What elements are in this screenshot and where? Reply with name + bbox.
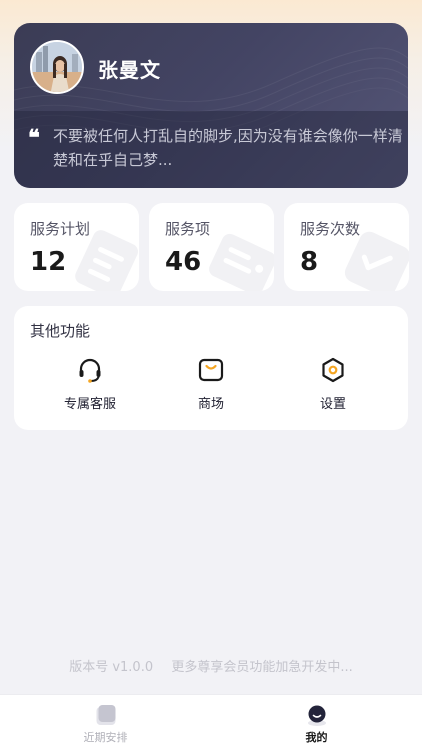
stat-card-service-items[interactable]: 服务项 46 <box>149 203 274 291</box>
bottom-tab-bar: 近期安排 我的 <box>0 694 422 750</box>
quote-icon: ❝ <box>28 125 40 151</box>
stat-card-service-plan[interactable]: 服务计划 12 <box>14 203 139 291</box>
section-title: 其他功能 <box>30 322 91 340</box>
stat-value: 12 <box>30 247 67 277</box>
stat-card-service-count[interactable]: 服务次数 8 <box>284 203 409 291</box>
check-list-watermark-icon <box>344 231 409 291</box>
function-label: 专属客服 <box>63 397 116 412</box>
other-functions-card: 其他功能 专属客服 商场 设置 <box>14 306 408 430</box>
stat-value: 46 <box>165 247 202 277</box>
headset-icon <box>79 358 101 383</box>
tab-label: 我的 <box>305 731 328 744</box>
tab-mine[interactable]: 我的 <box>211 695 422 750</box>
avatar[interactable] <box>30 40 84 94</box>
user-name: 张曼文 <box>98 58 161 82</box>
motto-quote: 不要被任何人打乱自的脚步,因为没有谁会像你一样清楚和在乎自己梦... <box>53 127 403 169</box>
profile-page: 张曼文 ❝ 不要被任何人打乱自的脚步,因为没有谁会像你一样清楚和在乎自己梦...… <box>0 0 422 750</box>
stat-value: 8 <box>300 247 319 277</box>
version-info: 版本号 v1.0.0 更多尊享会员功能加急开发中... <box>0 656 422 675</box>
function-label: 设置 <box>319 397 346 412</box>
shop-box-icon <box>198 358 224 382</box>
tab-recent-schedule[interactable]: 近期安排 <box>0 695 211 750</box>
development-notice: 更多尊享会员功能加急开发中... <box>171 660 353 675</box>
profile-card[interactable]: 张曼文 ❝ 不要被任何人打乱自的脚步,因为没有谁会像你一样清楚和在乎自己梦... <box>14 23 408 188</box>
schedule-icon <box>96 705 115 725</box>
document-watermark-icon <box>75 230 138 291</box>
function-label: 商场 <box>197 397 224 412</box>
profile-icon <box>307 705 326 726</box>
settings-button[interactable]: 设置 <box>278 356 388 418</box>
tab-label: 近期安排 <box>83 731 128 744</box>
version-number: 版本号 v1.0.0 <box>69 660 154 675</box>
ticket-watermark-icon <box>209 233 274 291</box>
customer-service-button[interactable]: 专属客服 <box>35 356 145 418</box>
shop-button[interactable]: 商场 <box>156 356 266 418</box>
settings-hexagon-icon <box>322 357 344 383</box>
